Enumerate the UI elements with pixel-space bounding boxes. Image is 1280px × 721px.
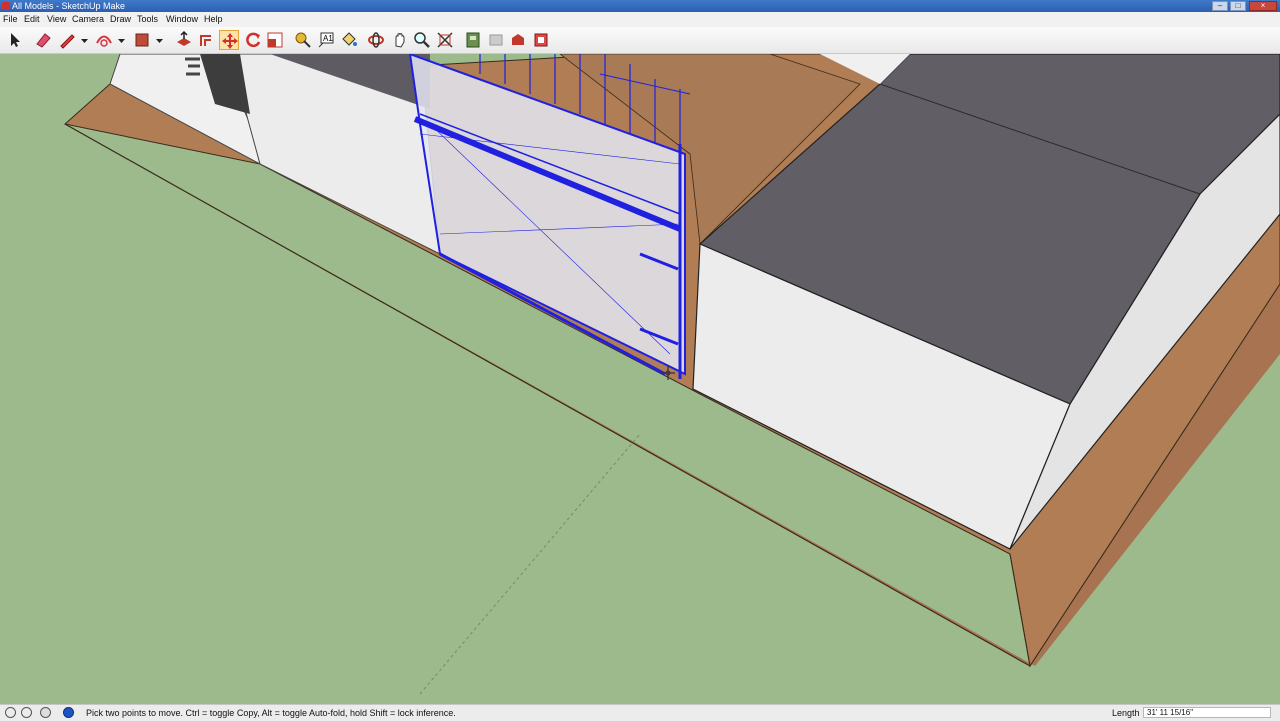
menu-bar: File Edit View Camera Draw Tools Window …	[0, 12, 1280, 27]
arc-tool-dropdown-icon[interactable]	[117, 30, 126, 50]
move-icon[interactable]	[219, 30, 239, 50]
select-arrow-icon[interactable]	[5, 30, 25, 50]
menu-help[interactable]: Help	[204, 12, 223, 27]
pan-icon[interactable]	[390, 30, 410, 50]
menu-camera[interactable]: Camera	[72, 12, 104, 27]
rotate-icon[interactable]	[243, 30, 263, 50]
arc-icon[interactable]	[94, 30, 114, 50]
svg-text:A1: A1	[323, 34, 333, 43]
share-model-icon[interactable]	[486, 30, 506, 50]
warehouse-icon[interactable]	[463, 30, 483, 50]
window-title: All Models - SketchUp Make	[12, 1, 126, 11]
menu-file[interactable]: File	[3, 12, 18, 27]
menu-edit[interactable]: Edit	[24, 12, 40, 27]
zoom-extents-icon[interactable]	[435, 30, 455, 50]
instructor-help-icon[interactable]	[63, 707, 74, 718]
user-account-icon[interactable]	[40, 707, 51, 718]
pencil-line-icon[interactable]	[57, 30, 77, 50]
maximize-button[interactable]: □	[1230, 1, 1246, 11]
model-viewport[interactable]	[0, 54, 1280, 704]
status-bar: Pick two points to move. Ctrl = toggle C…	[0, 704, 1280, 721]
extension-warehouse-icon[interactable]	[508, 30, 528, 50]
zoom-icon[interactable]	[412, 30, 432, 50]
layout-icon[interactable]	[531, 30, 551, 50]
menu-tools[interactable]: Tools	[137, 12, 158, 27]
tape-measure-icon[interactable]	[293, 30, 313, 50]
measurement-value-box[interactable]: 31' 11 15/16"	[1143, 707, 1271, 718]
push-pull-icon[interactable]	[174, 30, 194, 50]
line-tool-dropdown-icon[interactable]	[80, 30, 89, 50]
menu-view[interactable]: View	[47, 12, 66, 27]
shape-tool-dropdown-icon[interactable]	[155, 30, 164, 50]
window-title-bar: All Models - SketchUp Make – □ ×	[0, 0, 1280, 12]
status-hint-text: Pick two points to move. Ctrl = toggle C…	[86, 708, 456, 718]
menu-draw[interactable]: Draw	[110, 12, 131, 27]
menu-window[interactable]: Window	[166, 12, 198, 27]
measurement-label: Length	[1112, 708, 1140, 718]
close-button[interactable]: ×	[1249, 1, 1277, 11]
orbit-icon[interactable]	[366, 30, 386, 50]
credits-icon[interactable]	[21, 707, 32, 718]
scale-icon[interactable]	[265, 30, 285, 50]
geo-location-icon[interactable]	[5, 707, 16, 718]
text-icon[interactable]: A1	[316, 30, 336, 50]
minimize-button[interactable]: –	[1212, 1, 1228, 11]
eraser-icon[interactable]	[33, 30, 53, 50]
paint-bucket-icon[interactable]	[339, 30, 359, 50]
main-toolbar: A1	[0, 27, 1280, 54]
rectangle-icon[interactable]	[132, 30, 152, 50]
sketchup-app-icon	[2, 2, 10, 10]
offset-icon[interactable]	[197, 30, 217, 50]
